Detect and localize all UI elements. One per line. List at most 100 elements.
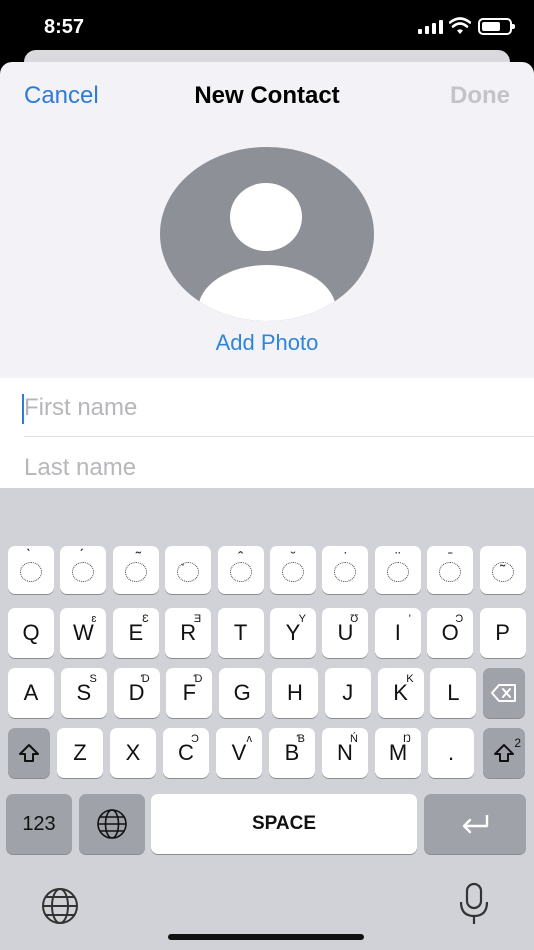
key-superscript: Ɔ bbox=[191, 733, 199, 745]
diacritic-key[interactable]: ̈ bbox=[374, 546, 421, 594]
shift-icon bbox=[19, 744, 39, 762]
status-bar: 8:57 bbox=[0, 0, 534, 56]
key-b[interactable]: BƁ bbox=[269, 728, 315, 778]
diacritic-key[interactable]: ̀ bbox=[8, 546, 54, 594]
diacritic-mark: ̰ bbox=[480, 550, 526, 568]
key-period[interactable]: . bbox=[428, 728, 474, 778]
backspace-icon bbox=[491, 684, 516, 702]
key-superscript: Ɛ bbox=[142, 613, 149, 625]
key-label: X bbox=[125, 740, 141, 765]
key-w[interactable]: Wɛ bbox=[60, 608, 107, 658]
key-label: L bbox=[447, 680, 460, 705]
wifi-icon bbox=[449, 17, 471, 34]
return-icon bbox=[462, 815, 489, 834]
diacritic-mark: ̀ bbox=[8, 550, 54, 568]
key-superscript: Ɗ bbox=[193, 673, 203, 685]
diacritic-key[interactable]: ̄ bbox=[427, 546, 474, 594]
key-label: A bbox=[23, 680, 39, 705]
diacritic-mark: ̣ bbox=[165, 550, 211, 568]
avatar[interactable] bbox=[160, 147, 374, 321]
key-label: V bbox=[231, 740, 247, 765]
name-fields: First name Last name bbox=[0, 378, 534, 488]
key-label: Z bbox=[73, 740, 87, 765]
avatar-head-icon bbox=[230, 183, 302, 251]
key-a[interactable]: A bbox=[8, 668, 54, 718]
key-s[interactable]: SS bbox=[60, 668, 107, 718]
key-superscript: S bbox=[89, 673, 97, 685]
return-key[interactable] bbox=[424, 794, 526, 854]
key-u[interactable]: UƱ bbox=[322, 608, 369, 658]
status-time: 8:57 bbox=[44, 16, 85, 38]
diacritic-mark: ̃ bbox=[113, 550, 159, 568]
diacritic-mark: ̂ bbox=[218, 550, 264, 568]
key-superscript: Y bbox=[298, 613, 306, 625]
key-superscript: Ɔ bbox=[455, 613, 464, 625]
key-label: P bbox=[495, 620, 510, 645]
diacritic-mark: ̆ bbox=[270, 550, 316, 568]
first-name-field[interactable]: First name bbox=[24, 394, 137, 422]
diacritic-mark: ̈ bbox=[375, 550, 421, 568]
globe-icon bbox=[97, 809, 127, 839]
add-photo-button[interactable]: Add Photo bbox=[0, 330, 534, 356]
diacritic-mark: ̄ bbox=[427, 550, 473, 568]
key-n[interactable]: NŃ bbox=[322, 728, 368, 778]
key-label: H bbox=[287, 680, 303, 705]
key-v[interactable]: Vʌ bbox=[216, 728, 262, 778]
diacritic-key[interactable]: ̇ bbox=[322, 546, 369, 594]
avatar-body-icon bbox=[198, 265, 336, 321]
globe-icon[interactable] bbox=[40, 886, 80, 926]
key-q[interactable]: Q bbox=[8, 608, 54, 658]
diacritic-key[interactable]: ́ bbox=[60, 546, 107, 594]
diacritic-mark: ̇ bbox=[322, 550, 368, 568]
shift-alt-superscript: 2 bbox=[514, 736, 521, 750]
key-label: E bbox=[128, 620, 144, 645]
shift-icon bbox=[494, 744, 514, 762]
key-superscript: Ǝ bbox=[193, 613, 202, 625]
key-k[interactable]: KK bbox=[377, 668, 424, 718]
key-j[interactable]: J bbox=[324, 668, 371, 718]
key-c[interactable]: CƆ bbox=[163, 728, 209, 778]
field-divider bbox=[24, 436, 534, 437]
key-g[interactable]: G bbox=[219, 668, 266, 718]
space-key[interactable]: SPACE bbox=[151, 794, 417, 854]
key-r[interactable]: RƎ bbox=[165, 608, 212, 658]
diacritic-key[interactable]: ̃ bbox=[112, 546, 159, 594]
key-label: I bbox=[394, 620, 401, 645]
key-d[interactable]: DƊ bbox=[113, 668, 160, 718]
key-z[interactable]: Z bbox=[57, 728, 103, 778]
key-superscript: ʌ bbox=[246, 733, 253, 745]
diacritic-key[interactable]: ̆ bbox=[270, 546, 316, 594]
diacritic-key[interactable]: ̰ bbox=[479, 546, 526, 594]
key-superscript: ɛ bbox=[91, 613, 97, 625]
last-name-field[interactable]: Last name bbox=[24, 454, 136, 482]
key-superscript: Ŋ bbox=[403, 733, 411, 745]
key-superscript: K bbox=[406, 673, 414, 685]
key-label: . bbox=[447, 740, 455, 765]
key-t[interactable]: T bbox=[217, 608, 264, 658]
key-i[interactable]: I ' bbox=[374, 608, 421, 658]
done-button[interactable]: Done bbox=[450, 82, 510, 110]
key-label: Q bbox=[22, 620, 40, 645]
shift-key[interactable] bbox=[8, 728, 50, 778]
globe-key[interactable] bbox=[79, 794, 145, 854]
numbers-key[interactable]: 123 bbox=[6, 794, 72, 854]
key-superscript: Ʊ bbox=[350, 613, 359, 625]
key-x[interactable]: X bbox=[110, 728, 156, 778]
key-h[interactable]: H bbox=[272, 668, 318, 718]
backspace-key[interactable] bbox=[483, 668, 525, 718]
key-e[interactable]: EƐ bbox=[112, 608, 159, 658]
key-l[interactable]: L bbox=[430, 668, 477, 718]
microphone-icon[interactable] bbox=[458, 882, 490, 926]
battery-icon bbox=[478, 18, 515, 35]
cellular-signal-icon bbox=[418, 20, 443, 34]
key-y[interactable]: YY bbox=[270, 608, 316, 658]
diacritic-key[interactable]: ̣ bbox=[165, 546, 212, 594]
key-o[interactable]: OƆ bbox=[427, 608, 474, 658]
key-f[interactable]: FƊ bbox=[166, 668, 213, 718]
diacritic-mark: ́ bbox=[60, 550, 106, 568]
shift-alt-key[interactable]: 2 bbox=[483, 728, 525, 778]
key-m[interactable]: MŊ bbox=[375, 728, 421, 778]
key-p[interactable]: P bbox=[479, 608, 526, 658]
diacritic-key[interactable]: ̂ bbox=[217, 546, 264, 594]
home-indicator bbox=[168, 934, 364, 940]
